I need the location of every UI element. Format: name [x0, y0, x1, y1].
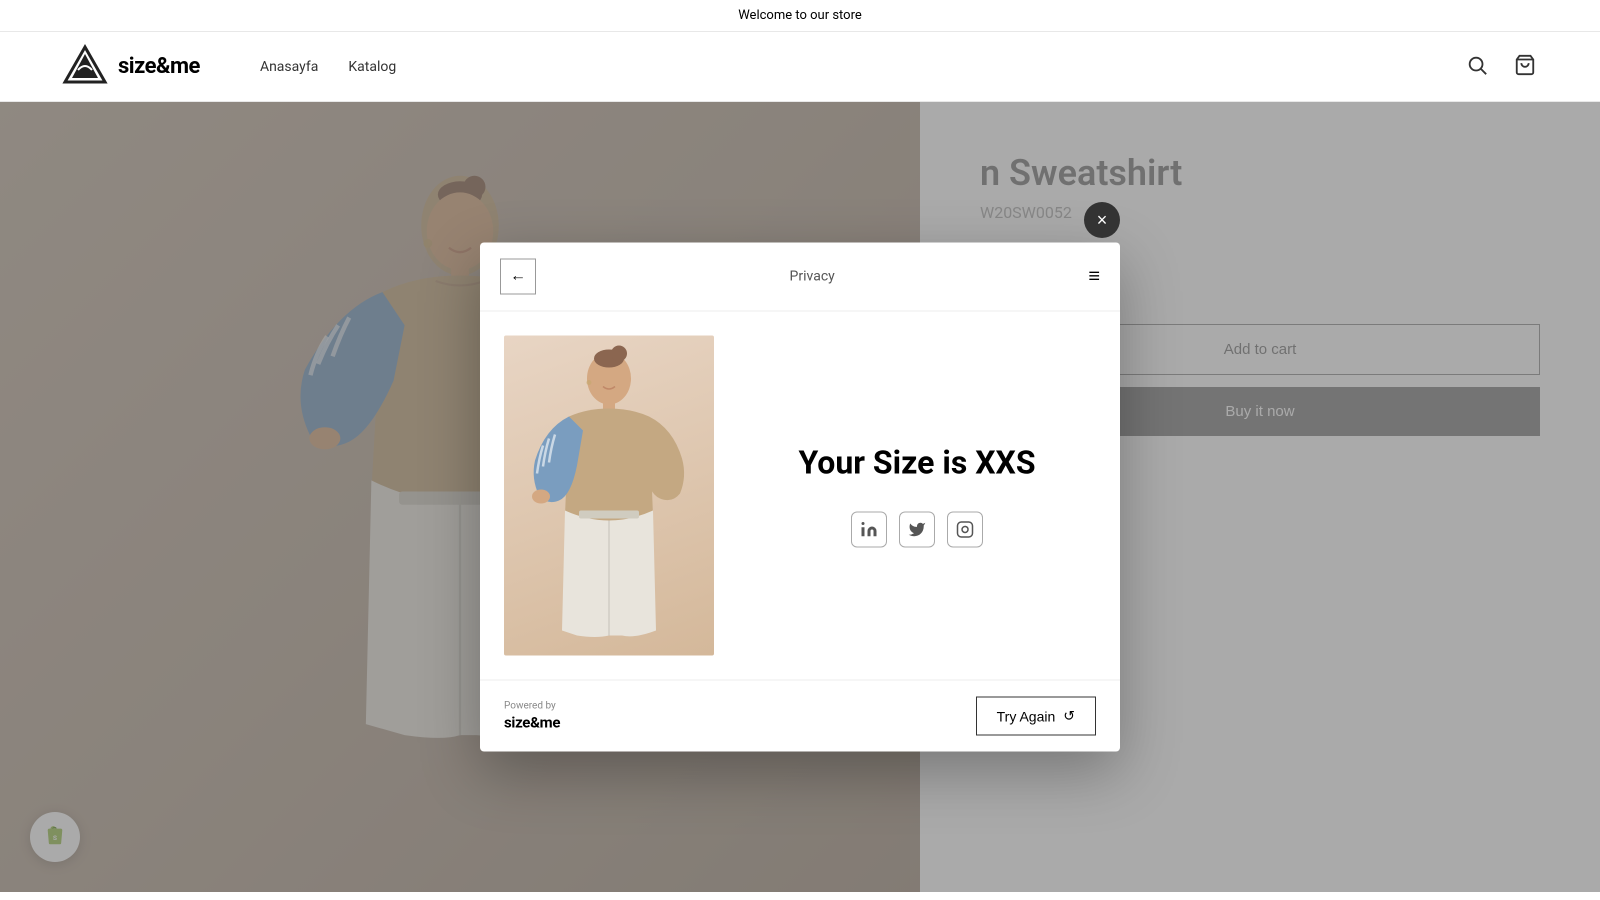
header-actions [1462, 50, 1540, 83]
modal-product-image-inner [504, 336, 714, 656]
modal-body: Your Size is XXS [480, 312, 1120, 680]
modal-result-area: Your Size is XXS [738, 336, 1096, 656]
main-nav: Anasayfa Katalog [260, 59, 396, 75]
powered-by-brand: size&me [504, 714, 560, 732]
powered-by: Powered by size&me [504, 701, 560, 732]
modal-footer: Powered by size&me Try Again ↺ [480, 680, 1120, 752]
header: size&me Anasayfa Katalog [0, 32, 1600, 102]
modal-person-figure [527, 341, 692, 651]
nav-catalog[interactable]: Katalog [348, 59, 396, 75]
search-button[interactable] [1462, 50, 1492, 83]
modal-menu-button[interactable]: ≡ [1088, 267, 1100, 287]
cart-button[interactable] [1510, 50, 1540, 83]
main-content: n Sweatshirt W20SW0052 nd My Size Add to… [0, 102, 1600, 892]
linkedin-svg [860, 521, 878, 539]
nav-home[interactable]: Anasayfa [260, 59, 318, 75]
announcement-bar: Welcome to our store [0, 0, 1600, 32]
powered-by-label: Powered by [504, 701, 560, 712]
instagram-svg [956, 521, 974, 539]
announcement-text: Welcome to our store [738, 8, 862, 23]
twitter-icon[interactable] [899, 512, 935, 548]
modal-privacy-label: Privacy [790, 269, 835, 285]
instagram-icon[interactable] [947, 512, 983, 548]
modal-header: ← Privacy ≡ [480, 243, 1120, 312]
logo-text: size&me [118, 54, 200, 79]
modal-back-button[interactable]: ← [500, 259, 536, 295]
logo-icon [60, 42, 110, 92]
logo-link[interactable]: size&me [60, 42, 200, 92]
search-icon [1466, 54, 1488, 76]
linkedin-icon[interactable] [851, 512, 887, 548]
modal-close-button[interactable]: × [1084, 202, 1120, 238]
modal-size-title: Your Size is XXS [798, 444, 1035, 482]
modal-product-image [504, 336, 714, 656]
modal-social-icons [851, 512, 983, 548]
try-again-button[interactable]: Try Again ↺ [976, 697, 1096, 736]
cart-icon [1514, 54, 1536, 76]
size-result-modal: ← Privacy ≡ [480, 243, 1120, 752]
twitter-svg [908, 521, 926, 539]
